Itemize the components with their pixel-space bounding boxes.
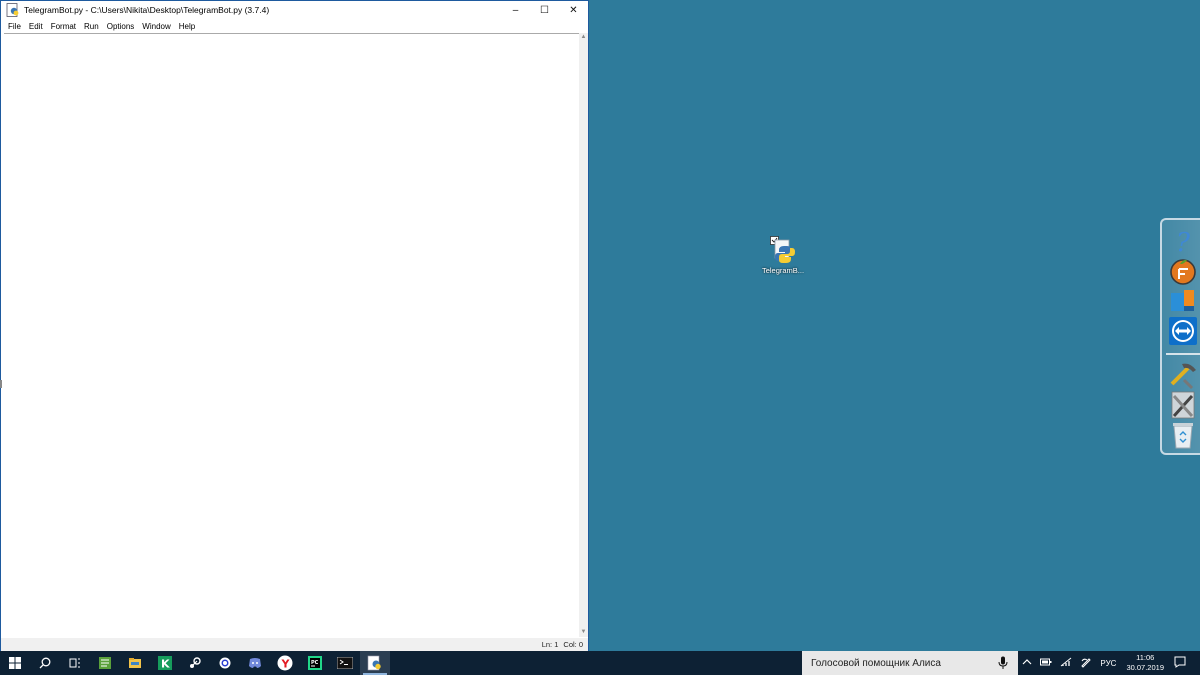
scroll-down-icon[interactable]: ▼ [580, 629, 587, 636]
svg-text:Y: Y [281, 658, 291, 671]
clock-time: 11:06 [1136, 653, 1155, 662]
pen-workspace-icon[interactable] [1080, 656, 1092, 670]
discord-icon [249, 658, 261, 668]
pycharm-icon: PC [308, 656, 322, 670]
notepad-app[interactable] [90, 651, 120, 675]
tools-icon[interactable] [1168, 360, 1198, 390]
resize-grip[interactable] [0, 380, 2, 388]
steam-icon [190, 657, 201, 668]
status-col: Col: 0 [563, 640, 583, 649]
menu-bar: File Edit Format Run Options Window Help [1, 19, 588, 33]
kaspersky-icon: K [158, 656, 172, 670]
menu-edit[interactable]: Edit [25, 22, 47, 31]
menu-options[interactable]: Options [103, 22, 139, 31]
menu-file[interactable]: File [4, 22, 25, 31]
menu-format[interactable]: Format [47, 22, 80, 31]
python-idle-icon [367, 655, 381, 671]
chevron-up-icon[interactable] [1022, 658, 1032, 668]
clock[interactable]: 11:06 30.07.2019 [1126, 653, 1164, 673]
python-file-icon [770, 236, 796, 264]
status-line: Ln: 1 [541, 640, 559, 649]
discord-app[interactable] [240, 651, 270, 675]
code-editor[interactable] [4, 33, 579, 638]
yandex-icon: Y [277, 655, 293, 671]
ruler-tools-icon[interactable] [1168, 390, 1198, 420]
window-title: TelegramBot.py - C:\Users\Nikita\Desktop… [24, 5, 270, 15]
svg-text:PC: PC [311, 660, 319, 666]
menu-help[interactable]: Help [175, 22, 199, 31]
svg-text:K: K [161, 658, 170, 671]
assistant-search-box[interactable]: Голосовой помощник Алиса [802, 651, 1018, 675]
idle-window: TelegramBot.py - C:\Users\Nikita\Desktop… [0, 0, 589, 651]
yandex-app[interactable]: Y [270, 651, 300, 675]
notification-icon[interactable] [1174, 656, 1186, 670]
pycharm-app[interactable]: PC [300, 651, 330, 675]
title-bar[interactable]: TelegramBot.py - C:\Users\Nikita\Desktop… [1, 1, 588, 19]
kaspersky-app[interactable]: K [150, 651, 180, 675]
side-dock: ? [1160, 218, 1200, 455]
system-tray: РУС 11:06 30.07.2019 [1018, 651, 1200, 675]
cortana-ring-icon [219, 657, 231, 669]
network-icon[interactable] [1060, 657, 1072, 669]
menu-window[interactable]: Window [138, 22, 174, 31]
teamviewer-icon[interactable] [1168, 316, 1198, 346]
dock-separator [1166, 353, 1200, 355]
help-icon[interactable]: ? [1168, 226, 1198, 256]
start-icon [9, 657, 21, 669]
status-bar: Ln: 1 Col: 0 [1, 638, 588, 651]
notepad-icon [99, 657, 111, 669]
start-button[interactable] [0, 651, 30, 675]
task-view-icon [69, 658, 80, 668]
fl-studio-icon[interactable] [1168, 256, 1198, 286]
python-idle-app[interactable] [360, 651, 390, 675]
cortana-app[interactable] [210, 651, 240, 675]
search-button[interactable] [30, 651, 60, 675]
app-icon[interactable] [1168, 286, 1198, 316]
python-file-icon [6, 3, 20, 17]
desktop-file-telegrambot[interactable]: TelegramB... [757, 236, 809, 280]
task-view-button[interactable] [60, 651, 90, 675]
language-indicator[interactable]: РУС [1100, 659, 1116, 668]
battery-icon[interactable] [1040, 658, 1052, 668]
maximize-button[interactable]: ☐ [530, 1, 559, 19]
terminal-icon [337, 657, 353, 669]
menu-run[interactable]: Run [80, 22, 103, 31]
steam-app[interactable] [180, 651, 210, 675]
minimize-button[interactable]: – [501, 1, 530, 19]
search-icon [39, 657, 51, 669]
clock-date: 30.07.2019 [1126, 663, 1164, 672]
terminal-app[interactable] [330, 651, 360, 675]
desktop-icon-label: TelegramB... [761, 266, 805, 275]
vertical-scrollbar[interactable]: ▲ ▼ [579, 33, 588, 637]
file-explorer-icon [129, 658, 141, 668]
svg-text:?: ? [1176, 228, 1191, 255]
assistant-search-text: Голосовой помощник Алиса [811, 657, 941, 669]
file-explorer-app[interactable] [120, 651, 150, 675]
recycle-bin-icon[interactable] [1168, 420, 1198, 450]
close-button[interactable]: ✕ [559, 1, 588, 19]
scroll-up-icon[interactable]: ▲ [580, 34, 587, 41]
microphone-icon[interactable] [998, 656, 1008, 670]
